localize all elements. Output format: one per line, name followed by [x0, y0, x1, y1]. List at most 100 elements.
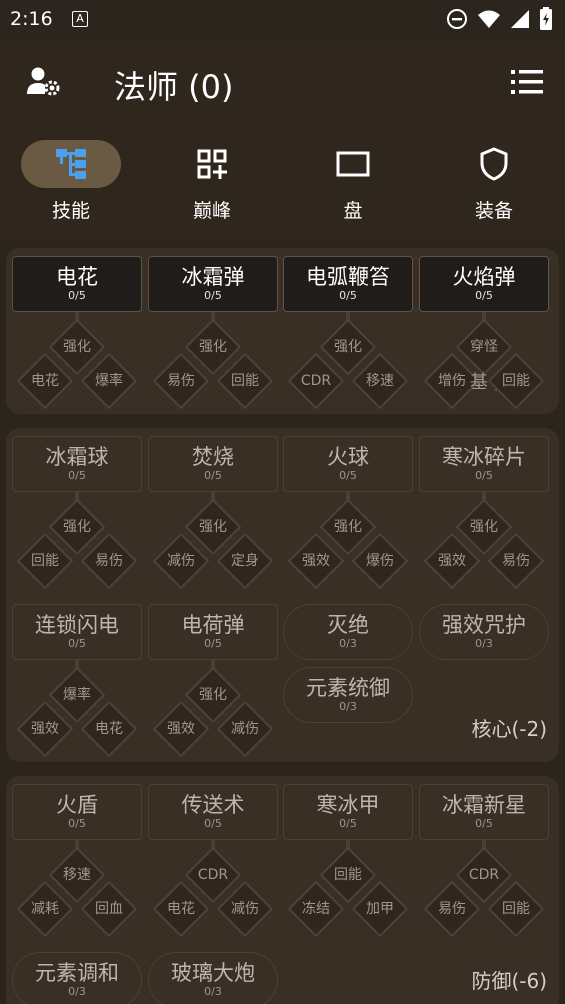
- ultimate-skill-pill[interactable]: 玻璃大炮 0/3: [148, 952, 278, 1004]
- modifier-label: 强化: [470, 519, 498, 535]
- tab-paragon[interactable]: 巅峰: [162, 140, 262, 230]
- skill-count: 0/5: [204, 469, 222, 482]
- battery-icon: [540, 7, 552, 30]
- list-icon[interactable]: [511, 68, 543, 100]
- skill-name: 传送术: [181, 793, 245, 817]
- skill-name: 焚烧: [192, 445, 234, 469]
- modifier-label: 强效: [302, 553, 330, 569]
- tab-board-label: 盘: [343, 200, 363, 222]
- tab-board[interactable]: 盘: [303, 140, 403, 230]
- skill-card[interactable]: 寒冰甲 0/5: [283, 784, 413, 840]
- tab-indicator: [21, 140, 121, 188]
- skill-name: 冰霜球: [45, 445, 109, 469]
- skill-name: 电荷弹: [181, 613, 245, 637]
- status-icons: [442, 7, 553, 31]
- modifier-label: 强化: [63, 339, 91, 355]
- status-bar: 2:16 A: [0, 0, 565, 38]
- skill-count: 0/3: [475, 637, 493, 650]
- modifier-label: 回能: [334, 867, 362, 883]
- modifier-label: 穿怪: [470, 339, 498, 355]
- modifier-label: 电花: [95, 721, 123, 737]
- ultimate-skill-pill[interactable]: 强效咒护 0/3: [419, 604, 549, 660]
- skill-name: 火焰弹: [452, 265, 516, 289]
- skill-count: 0/5: [68, 637, 86, 650]
- skill-name: 火球: [327, 445, 369, 469]
- signal-icon: [510, 10, 529, 28]
- skill-card[interactable]: 电弧鞭笞 0/5: [283, 256, 413, 312]
- status-time: 2:16: [10, 8, 53, 30]
- skill-name: 灭绝: [327, 613, 369, 637]
- skill-count: 0/5: [68, 469, 86, 482]
- skill-card[interactable]: 冰霜新星 0/5: [419, 784, 549, 840]
- user-settings-icon[interactable]: [26, 66, 62, 102]
- modifier-label: 移速: [366, 373, 394, 389]
- modifier-label: CDR: [468, 867, 500, 883]
- modifier-label: 爆率: [95, 373, 123, 389]
- page-title: 法师 (0): [114, 68, 234, 106]
- skill-card[interactable]: 冰霜弹 0/5: [148, 256, 278, 312]
- modifier-label: 强效: [167, 721, 195, 737]
- skill-name: 连锁闪电: [35, 613, 119, 637]
- skill-count: 0/3: [68, 985, 86, 998]
- skill-name: 元素统御: [306, 676, 390, 700]
- ultimate-skill-pill[interactable]: 元素统御 0/3: [283, 667, 413, 723]
- group-label: 核心(-2): [471, 717, 547, 741]
- modifier-label: 回能: [231, 373, 259, 389]
- modifier-label: 回能: [502, 373, 530, 389]
- dnd-icon: [446, 9, 467, 29]
- group-label: 防御(-6): [471, 969, 547, 993]
- skill-card[interactable]: 火球 0/5: [283, 436, 413, 492]
- skill-name: 寒冰甲: [316, 793, 380, 817]
- tab-skills[interactable]: 技能: [21, 140, 121, 230]
- skill-card[interactable]: 火焰弹 0/5: [419, 256, 549, 312]
- modifier-label: CDR: [197, 867, 229, 883]
- skill-count: 0/5: [339, 289, 357, 302]
- modifier-label: 强化: [334, 339, 362, 355]
- skill-name: 火盾: [56, 793, 98, 817]
- skill-card[interactable]: 电荷弹 0/5: [148, 604, 278, 660]
- skill-name: 强效咒护: [442, 613, 526, 637]
- skill-count: 0/3: [339, 637, 357, 650]
- skill-card[interactable]: 连锁闪电 0/5: [12, 604, 142, 660]
- modifier-label: 定身: [231, 553, 259, 569]
- skill-tree-icon: [56, 149, 86, 179]
- modifier-label: 加甲: [366, 901, 394, 917]
- skill-card[interactable]: 焚烧 0/5: [148, 436, 278, 492]
- skill-card[interactable]: 电花 0/5: [12, 256, 142, 312]
- skill-count: 0/5: [475, 469, 493, 482]
- modifier-label: 强效: [438, 553, 466, 569]
- skill-name: 冰霜新星: [442, 793, 526, 817]
- modifier-label: 易伤: [502, 553, 530, 569]
- ultimate-skill-pill[interactable]: 灭绝 0/3: [283, 604, 413, 660]
- skill-card[interactable]: 寒冰碎片 0/5: [419, 436, 549, 492]
- tab-equipment[interactable]: 装备: [444, 140, 544, 230]
- skill-count: 0/5: [68, 817, 86, 830]
- skill-count: 0/5: [475, 817, 493, 830]
- board-icon: [336, 151, 370, 177]
- modifier-label: 减耗: [31, 901, 59, 917]
- modifier-label: 强化: [63, 519, 91, 535]
- modifier-label: 电花: [167, 901, 195, 917]
- modifier-label: 爆率: [63, 687, 91, 703]
- modifier-label: 减伤: [231, 901, 259, 917]
- modifier-label: 回血: [95, 901, 123, 917]
- modifier-label: 强化: [199, 519, 227, 535]
- modifier-label: 减伤: [231, 721, 259, 737]
- modifier-label: 强效: [31, 721, 59, 737]
- ultimate-skill-pill[interactable]: 元素调和 0/3: [12, 952, 142, 1004]
- wifi-icon: [477, 10, 500, 28]
- skill-count: 0/5: [204, 817, 222, 830]
- modifier-label: 移速: [63, 867, 91, 883]
- modifier-label: CDR: [300, 373, 332, 389]
- modifier-label: 易伤: [95, 553, 123, 569]
- skill-name: 元素调和: [35, 961, 119, 985]
- skill-card[interactable]: 传送术 0/5: [148, 784, 278, 840]
- modifier-label: 易伤: [438, 901, 466, 917]
- modifier-label: 回能: [502, 901, 530, 917]
- skill-card[interactable]: 冰霜球 0/5: [12, 436, 142, 492]
- skill-count: 0/5: [204, 637, 222, 650]
- skill-card[interactable]: 火盾 0/5: [12, 784, 142, 840]
- modifier-label: 电花: [31, 373, 59, 389]
- apps-add-icon: [197, 149, 227, 179]
- skill-name: 玻璃大炮: [171, 961, 255, 985]
